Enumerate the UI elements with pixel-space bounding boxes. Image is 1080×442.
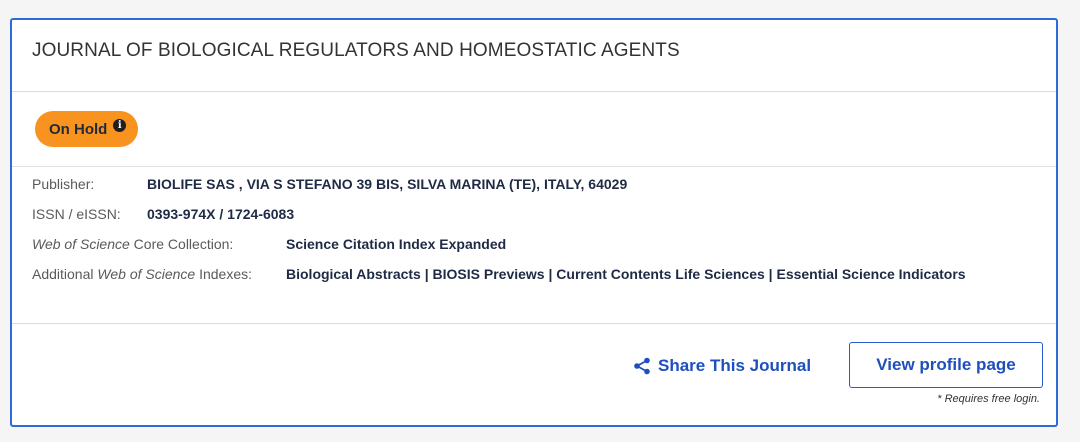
on-hold-badge[interactable]: On Hold i <box>35 111 138 147</box>
journal-details: Publisher: BIOLIFE SAS , VIA S STEFANO 3… <box>12 167 1056 324</box>
additional-label-post: Indexes: <box>195 266 253 282</box>
view-profile-button[interactable]: View profile page <box>849 342 1043 388</box>
share-label: Share This Journal <box>658 356 812 375</box>
card-header: JOURNAL OF BIOLOGICAL REGULATORS AND HOM… <box>12 20 1056 92</box>
core-collection-value: Science Citation Index Expanded <box>286 236 507 252</box>
status-label: On Hold <box>49 120 108 138</box>
issn-label: ISSN / eISSN: <box>32 206 121 222</box>
card-footer: Share This Journal View profile page * R… <box>12 324 1056 424</box>
publisher-value: BIOLIFE SAS , VIA S STEFANO 39 BIS, SILV… <box>147 176 628 192</box>
additional-indexes-value: Biological Abstracts | BIOSIS Previews |… <box>286 266 966 282</box>
journal-card: JOURNAL OF BIOLOGICAL REGULATORS AND HOM… <box>10 18 1058 427</box>
core-collection-label-italic: Web of Science <box>32 236 130 252</box>
additional-label-italic: Web of Science <box>97 266 196 282</box>
core-collection-label: Web of Science Core Collection: <box>32 236 233 252</box>
share-journal-link[interactable]: Share This Journal <box>633 356 811 376</box>
journal-title: JOURNAL OF BIOLOGICAL REGULATORS AND HOM… <box>32 40 680 61</box>
additional-indexes-label: Additional Web of Science Indexes: <box>32 266 252 282</box>
issn-value: 0393-974X / 1724-6083 <box>147 206 295 222</box>
login-note: * Requires free login. <box>937 393 1040 405</box>
publisher-label: Publisher: <box>32 176 95 192</box>
core-collection-label-rest: Core Collection: <box>129 236 234 252</box>
additional-label-pre: Additional <box>32 266 98 282</box>
status-row: On Hold i <box>12 92 1056 167</box>
info-icon[interactable]: i <box>113 118 127 132</box>
share-icon <box>634 357 650 375</box>
